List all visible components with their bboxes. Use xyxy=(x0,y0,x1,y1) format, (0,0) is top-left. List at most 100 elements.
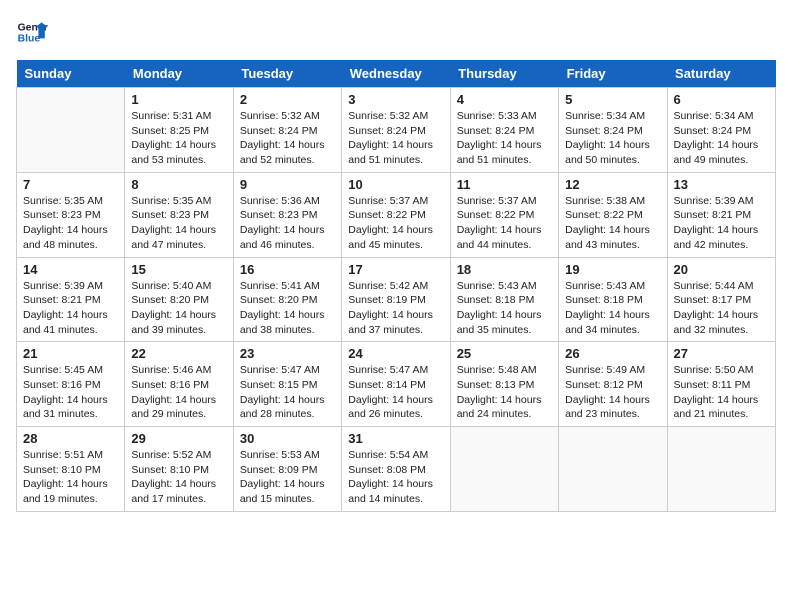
calendar-cell: 16 Sunrise: 5:41 AMSunset: 8:20 PMDayligh… xyxy=(233,257,341,342)
weekday-header-wednesday: Wednesday xyxy=(342,60,450,88)
day-info: Sunrise: 5:37 AMSunset: 8:22 PMDaylight:… xyxy=(348,194,443,253)
calendar-cell: 13 Sunrise: 5:39 AMSunset: 8:21 PMDayligh… xyxy=(667,172,775,257)
calendar-week-5: 28 Sunrise: 5:51 AMSunset: 8:10 PMDayligh… xyxy=(17,427,776,512)
weekday-header-friday: Friday xyxy=(559,60,667,88)
calendar-cell: 28 Sunrise: 5:51 AMSunset: 8:10 PMDayligh… xyxy=(17,427,125,512)
day-number: 26 xyxy=(565,346,660,361)
day-info: Sunrise: 5:32 AMSunset: 8:24 PMDaylight:… xyxy=(348,109,443,168)
day-info: Sunrise: 5:43 AMSunset: 8:18 PMDaylight:… xyxy=(565,279,660,338)
day-info: Sunrise: 5:37 AMSunset: 8:22 PMDaylight:… xyxy=(457,194,552,253)
weekday-header-tuesday: Tuesday xyxy=(233,60,341,88)
day-number: 13 xyxy=(674,177,769,192)
day-info: Sunrise: 5:54 AMSunset: 8:08 PMDaylight:… xyxy=(348,448,443,507)
day-info: Sunrise: 5:47 AMSunset: 8:14 PMDaylight:… xyxy=(348,363,443,422)
weekday-header-sunday: Sunday xyxy=(17,60,125,88)
day-number: 24 xyxy=(348,346,443,361)
day-number: 6 xyxy=(674,92,769,107)
day-info: Sunrise: 5:33 AMSunset: 8:24 PMDaylight:… xyxy=(457,109,552,168)
calendar-cell: 18Sunrise: 5:43 AMSunset: 8:18 PMDayligh… xyxy=(450,257,558,342)
calendar-cell: 7 Sunrise: 5:35 AMSunset: 8:23 PMDaylight… xyxy=(17,172,125,257)
logo: General Blue xyxy=(16,16,48,48)
day-info: Sunrise: 5:49 AMSunset: 8:12 PMDaylight:… xyxy=(565,363,660,422)
day-info: Sunrise: 5:34 AMSunset: 8:24 PMDaylight:… xyxy=(565,109,660,168)
calendar-cell xyxy=(17,88,125,173)
day-number: 7 xyxy=(23,177,118,192)
day-number: 31 xyxy=(348,431,443,446)
calendar-cell: 11Sunrise: 5:37 AMSunset: 8:22 PMDayligh… xyxy=(450,172,558,257)
calendar-week-4: 21 Sunrise: 5:45 AMSunset: 8:16 PMDayligh… xyxy=(17,342,776,427)
svg-text:Blue: Blue xyxy=(18,34,41,45)
day-number: 16 xyxy=(240,262,335,277)
day-number: 1 xyxy=(131,92,226,107)
calendar-table: SundayMondayTuesdayWednesdayThursdayFrid… xyxy=(16,60,776,512)
calendar-cell: 10 Sunrise: 5:37 AMSunset: 8:22 PMDayligh… xyxy=(342,172,450,257)
day-number: 19 xyxy=(565,262,660,277)
day-number: 12 xyxy=(565,177,660,192)
day-number: 21 xyxy=(23,346,118,361)
day-number: 25 xyxy=(457,346,552,361)
day-info: Sunrise: 5:46 AMSunset: 8:16 PMDaylight:… xyxy=(131,363,226,422)
calendar-cell: 14 Sunrise: 5:39 AMSunset: 8:21 PMDayligh… xyxy=(17,257,125,342)
calendar-cell: 21 Sunrise: 5:45 AMSunset: 8:16 PMDayligh… xyxy=(17,342,125,427)
calendar-cell: 2Sunrise: 5:32 AMSunset: 8:24 PMDaylight… xyxy=(233,88,341,173)
calendar-cell: 20 Sunrise: 5:44 AMSunset: 8:17 PMDayligh… xyxy=(667,257,775,342)
day-number: 14 xyxy=(23,262,118,277)
calendar-cell: 3 Sunrise: 5:32 AMSunset: 8:24 PMDaylight… xyxy=(342,88,450,173)
day-number: 4 xyxy=(457,92,552,107)
calendar-week-1: 1 Sunrise: 5:31 AMSunset: 8:25 PMDaylight… xyxy=(17,88,776,173)
calendar-cell: 24 Sunrise: 5:47 AMSunset: 8:14 PMDayligh… xyxy=(342,342,450,427)
day-info: Sunrise: 5:42 AMSunset: 8:19 PMDaylight:… xyxy=(348,279,443,338)
calendar-cell: 12 Sunrise: 5:38 AMSunset: 8:22 PMDayligh… xyxy=(559,172,667,257)
day-info: Sunrise: 5:52 AMSunset: 8:10 PMDaylight:… xyxy=(131,448,226,507)
day-number: 10 xyxy=(348,177,443,192)
day-number: 5 xyxy=(565,92,660,107)
calendar-cell: 22Sunrise: 5:46 AMSunset: 8:16 PMDayligh… xyxy=(125,342,233,427)
day-info: Sunrise: 5:41 AMSunset: 8:20 PMDaylight:… xyxy=(240,279,335,338)
calendar-week-2: 7 Sunrise: 5:35 AMSunset: 8:23 PMDaylight… xyxy=(17,172,776,257)
calendar-cell: 19 Sunrise: 5:43 AMSunset: 8:18 PMDayligh… xyxy=(559,257,667,342)
day-info: Sunrise: 5:47 AMSunset: 8:15 PMDaylight:… xyxy=(240,363,335,422)
day-number: 29 xyxy=(131,431,226,446)
calendar-cell: 30Sunrise: 5:53 AMSunset: 8:09 PMDayligh… xyxy=(233,427,341,512)
calendar-cell: 5 Sunrise: 5:34 AMSunset: 8:24 PMDaylight… xyxy=(559,88,667,173)
day-number: 27 xyxy=(674,346,769,361)
day-info: Sunrise: 5:35 AMSunset: 8:23 PMDaylight:… xyxy=(131,194,226,253)
day-info: Sunrise: 5:45 AMSunset: 8:16 PMDaylight:… xyxy=(23,363,118,422)
calendar-cell xyxy=(559,427,667,512)
page-header: General Blue xyxy=(16,16,776,48)
day-number: 20 xyxy=(674,262,769,277)
day-info: Sunrise: 5:35 AMSunset: 8:23 PMDaylight:… xyxy=(23,194,118,253)
calendar-cell: 26 Sunrise: 5:49 AMSunset: 8:12 PMDayligh… xyxy=(559,342,667,427)
calendar-week-3: 14 Sunrise: 5:39 AMSunset: 8:21 PMDayligh… xyxy=(17,257,776,342)
logo-icon: General Blue xyxy=(16,16,48,48)
day-info: Sunrise: 5:48 AMSunset: 8:13 PMDaylight:… xyxy=(457,363,552,422)
day-number: 28 xyxy=(23,431,118,446)
calendar-cell: 4 Sunrise: 5:33 AMSunset: 8:24 PMDaylight… xyxy=(450,88,558,173)
day-number: 17 xyxy=(348,262,443,277)
calendar-cell xyxy=(450,427,558,512)
weekday-header-thursday: Thursday xyxy=(450,60,558,88)
day-number: 8 xyxy=(131,177,226,192)
calendar-cell: 31 Sunrise: 5:54 AMSunset: 8:08 PMDayligh… xyxy=(342,427,450,512)
calendar-body: 1 Sunrise: 5:31 AMSunset: 8:25 PMDaylight… xyxy=(17,88,776,512)
weekday-header-row: SundayMondayTuesdayWednesdayThursdayFrid… xyxy=(17,60,776,88)
day-number: 15 xyxy=(131,262,226,277)
day-info: Sunrise: 5:38 AMSunset: 8:22 PMDaylight:… xyxy=(565,194,660,253)
day-info: Sunrise: 5:44 AMSunset: 8:17 PMDaylight:… xyxy=(674,279,769,338)
day-number: 18 xyxy=(457,262,552,277)
day-info: Sunrise: 5:34 AMSunset: 8:24 PMDaylight:… xyxy=(674,109,769,168)
weekday-header-monday: Monday xyxy=(125,60,233,88)
day-info: Sunrise: 5:51 AMSunset: 8:10 PMDaylight:… xyxy=(23,448,118,507)
calendar-cell: 1 Sunrise: 5:31 AMSunset: 8:25 PMDaylight… xyxy=(125,88,233,173)
day-info: Sunrise: 5:31 AMSunset: 8:25 PMDaylight:… xyxy=(131,109,226,168)
calendar-cell xyxy=(667,427,775,512)
day-number: 23 xyxy=(240,346,335,361)
day-number: 30 xyxy=(240,431,335,446)
day-info: Sunrise: 5:39 AMSunset: 8:21 PMDaylight:… xyxy=(674,194,769,253)
day-info: Sunrise: 5:39 AMSunset: 8:21 PMDaylight:… xyxy=(23,279,118,338)
day-number: 3 xyxy=(348,92,443,107)
calendar-cell: 23 Sunrise: 5:47 AMSunset: 8:15 PMDayligh… xyxy=(233,342,341,427)
calendar-cell: 9Sunrise: 5:36 AMSunset: 8:23 PMDaylight… xyxy=(233,172,341,257)
calendar-cell: 6 Sunrise: 5:34 AMSunset: 8:24 PMDaylight… xyxy=(667,88,775,173)
calendar-cell: 8 Sunrise: 5:35 AMSunset: 8:23 PMDaylight… xyxy=(125,172,233,257)
